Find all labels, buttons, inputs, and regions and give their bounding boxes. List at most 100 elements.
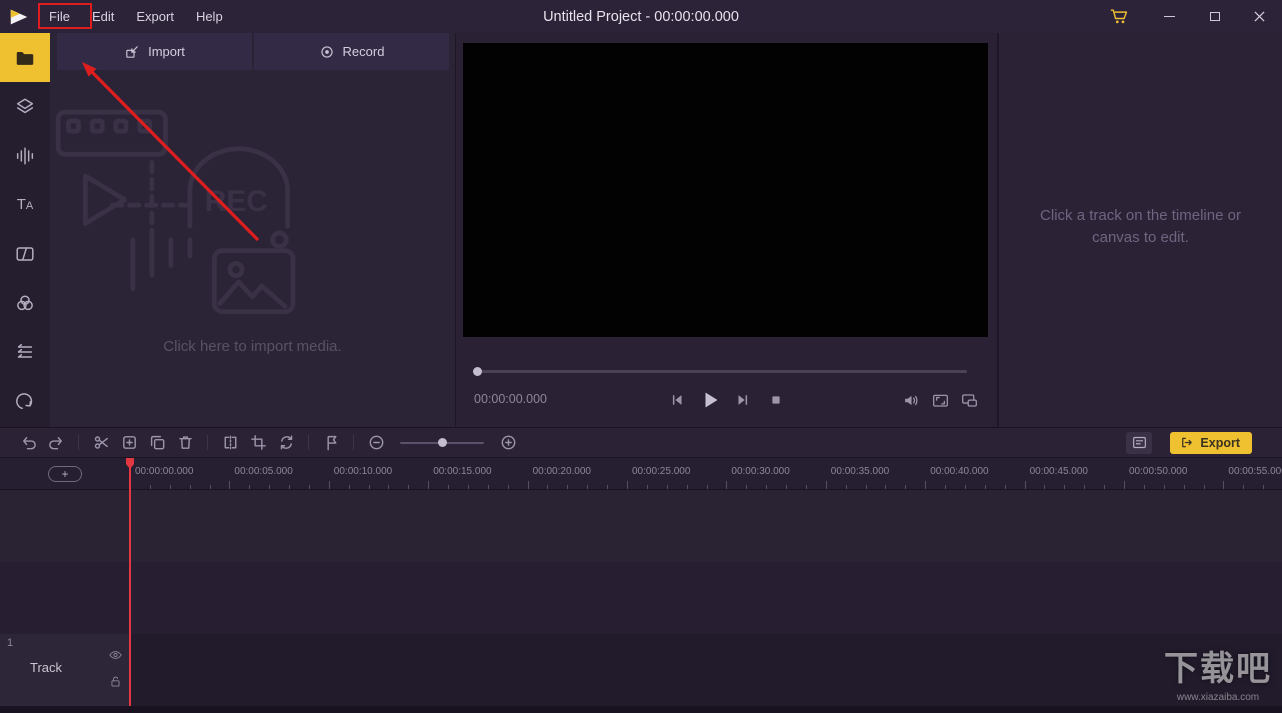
ruler-major-tick <box>1024 481 1026 489</box>
ruler-minor-tick <box>1004 485 1006 489</box>
ruler-label: 00:00:40.000 <box>930 466 989 477</box>
zoom-out-icon <box>369 435 383 450</box>
ruler-minor-tick <box>984 485 986 489</box>
close-icon <box>1254 11 1265 22</box>
ruler-minor-tick <box>1263 485 1265 489</box>
ruler-minor-tick <box>169 485 171 489</box>
cut-button[interactable] <box>87 431 115 455</box>
maximize-button[interactable] <box>1192 0 1237 33</box>
play-button[interactable] <box>698 388 722 412</box>
ruler-label: 00:00:05.000 <box>234 466 293 477</box>
undo-button[interactable] <box>14 431 42 455</box>
timeline-zoom-slider[interactable] <box>400 437 484 449</box>
previous-frame-icon <box>672 395 682 405</box>
track-visibility-toggle[interactable] <box>107 648 123 662</box>
track-lock-toggle[interactable] <box>107 674 123 688</box>
seek-knob[interactable] <box>473 366 482 376</box>
maximize-icon <box>1209 12 1220 21</box>
ruler-minor-tick <box>845 485 847 489</box>
timeline-row[interactable] <box>0 562 1282 634</box>
ruler-minor-tick <box>905 485 907 489</box>
ruler-major-tick <box>726 481 728 489</box>
close-button[interactable] <box>1237 0 1282 33</box>
marker-button[interactable] <box>317 431 345 455</box>
ruler-minor-tick <box>865 485 867 489</box>
sidebar-item-transitions[interactable] <box>0 229 50 278</box>
crop-icon <box>250 435 266 450</box>
menu-help[interactable]: Help <box>185 0 234 33</box>
toolbar-divider <box>353 435 354 450</box>
ruler-major-tick <box>1223 481 1225 489</box>
timeline-ruler-labels[interactable]: 00:00:00.000 00:00:05.000 00:00:10.000 00:0… <box>0 458 1282 490</box>
tab-import[interactable]: Import <box>57 33 252 70</box>
import-hint-text: Click here to import media. <box>163 338 342 355</box>
toolbar: Export <box>0 427 1282 458</box>
filters-icon <box>17 294 33 310</box>
copy-button[interactable] <box>115 431 143 455</box>
timeline-row[interactable] <box>0 490 1282 562</box>
menu-export[interactable]: Export <box>125 0 185 33</box>
motion-icon <box>16 392 33 409</box>
export-icon <box>1182 437 1193 448</box>
ruler-minor-tick <box>1084 485 1086 489</box>
seek-bar[interactable] <box>473 366 967 376</box>
export-button[interactable]: Export <box>1170 431 1252 454</box>
crop-button[interactable] <box>244 431 272 455</box>
import-media-dropzone[interactable]: REC Click here to import media. <box>50 70 455 427</box>
ruler-minor-tick <box>308 485 310 489</box>
replace-button[interactable] <box>272 431 300 455</box>
next-frame-button[interactable] <box>731 388 755 412</box>
sidebar-item-filters[interactable] <box>0 278 50 327</box>
ruler-minor-tick <box>885 485 887 489</box>
ruler-label: 00:00:00.000 <box>135 466 194 477</box>
sidebar-item-elements[interactable] <box>0 327 50 376</box>
redo-button[interactable] <box>42 431 70 455</box>
playhead-handle[interactable] <box>125 458 135 470</box>
ruler-major-tick <box>527 481 529 489</box>
sidebar-item-audio[interactable] <box>0 131 50 180</box>
picture-in-picture-icon[interactable] <box>960 392 979 409</box>
split-button[interactable] <box>216 431 244 455</box>
volume-icon[interactable] <box>902 392 921 409</box>
zoom-slider-knob[interactable] <box>438 438 447 447</box>
playhead[interactable] <box>129 458 131 706</box>
zoom-out-button[interactable] <box>362 431 390 455</box>
ruler-minor-tick <box>945 485 947 489</box>
tab-record[interactable]: Record <box>254 33 449 70</box>
ruler-minor-tick <box>149 485 151 489</box>
ruler-minor-tick <box>766 485 768 489</box>
sidebar-item-behaviors[interactable] <box>0 376 50 425</box>
media-list-button[interactable] <box>1126 431 1153 454</box>
video-canvas <box>463 43 988 337</box>
window-title: Untitled Project - 00:00:00.000 <box>543 8 739 25</box>
sidebar-item-text[interactable]: TA <box>0 180 50 229</box>
ruler-minor-tick <box>706 485 708 489</box>
minimize-button[interactable] <box>1147 0 1192 33</box>
add-track-button[interactable]: + <box>48 466 82 482</box>
layers-icon <box>16 97 34 113</box>
ruler-label: 00:00:50.000 <box>1129 466 1188 477</box>
ruler-minor-tick <box>646 485 648 489</box>
media-list-icon <box>1132 436 1146 449</box>
cart-icon[interactable] <box>1099 0 1139 33</box>
delete-button[interactable] <box>171 431 199 455</box>
track-header[interactable]: 1 Track <box>0 634 130 706</box>
zoom-in-button[interactable] <box>494 431 522 455</box>
ruler-minor-tick <box>289 485 291 489</box>
ruler-minor-tick <box>805 485 807 489</box>
stop-button[interactable] <box>764 388 788 412</box>
previous-frame-button[interactable] <box>665 388 689 412</box>
timeline-track-row[interactable]: 1 Track <box>0 634 1282 706</box>
fit-icon[interactable] <box>931 392 950 409</box>
sidebar: TA <box>0 33 50 427</box>
ruler-label: 00:00:30.000 <box>731 466 790 477</box>
import-placeholder-graphic: REC <box>50 104 455 328</box>
record-icon <box>320 45 333 58</box>
ruler-minor-tick <box>786 485 788 489</box>
marker-icon <box>326 435 336 451</box>
sidebar-item-media[interactable] <box>0 33 50 82</box>
seek-track[interactable] <box>474 370 967 373</box>
track-name: Track <box>30 660 63 675</box>
sidebar-item-layers[interactable] <box>0 82 50 131</box>
duplicate-button[interactable] <box>143 431 171 455</box>
